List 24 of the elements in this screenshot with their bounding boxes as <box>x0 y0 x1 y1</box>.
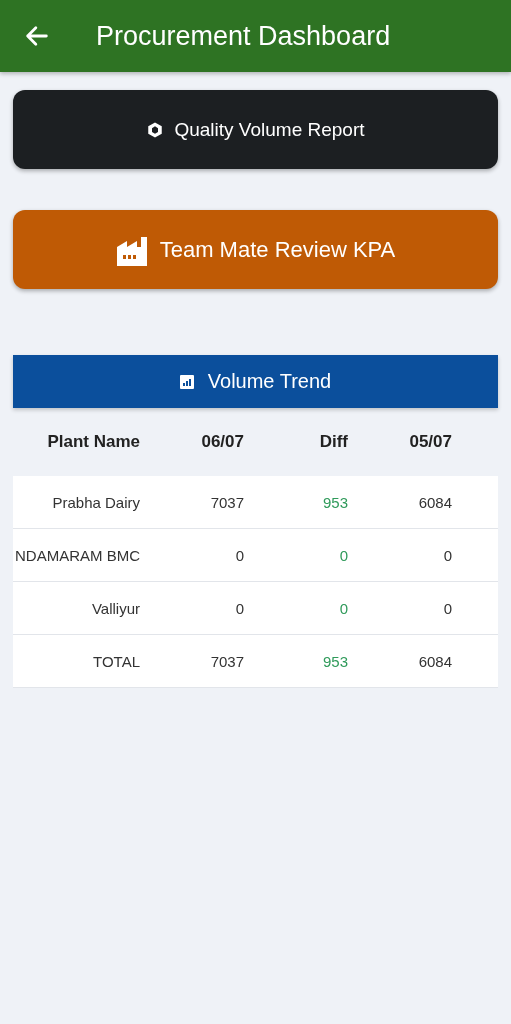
table-cell-text: NDAMARAM BMC <box>14 546 140 564</box>
column-header: Diff <box>318 431 348 453</box>
table-cell-text: Prabha Dairy <box>51 493 140 511</box>
table-cell-text: 0 <box>442 546 452 564</box>
table-cell-text: 0 <box>338 546 348 564</box>
column-header: 06/07 <box>200 431 244 453</box>
column-header: Plant Name <box>46 431 140 453</box>
table-cell-text: 953 <box>321 652 348 670</box>
table-cell-text: 7037 <box>209 652 244 670</box>
app-bar-title: Procurement Dashboard <box>96 20 391 52</box>
column-header: 05/07 <box>408 431 452 453</box>
table-cell-text: Valliyur <box>90 599 140 617</box>
table-cell-text: 6084 <box>417 652 452 670</box>
action-button[interactable]: Team Mate Review KPA <box>13 210 498 289</box>
table-cell-text: 6084 <box>417 493 452 511</box>
table-cell-text: 0 <box>442 599 452 617</box>
table-cell-text: 0 <box>234 599 244 617</box>
table-cell-text: 7037 <box>209 493 244 511</box>
table-cell-text: TOTAL <box>92 652 140 670</box>
table-cell-text: 0 <box>234 546 244 564</box>
table-cell-text: 953 <box>321 493 348 511</box>
action-button[interactable]: Quality Volume Report <box>13 90 498 169</box>
table-cell-text: 0 <box>338 599 348 617</box>
volume-trend-title: Volume Trend <box>207 370 332 393</box>
